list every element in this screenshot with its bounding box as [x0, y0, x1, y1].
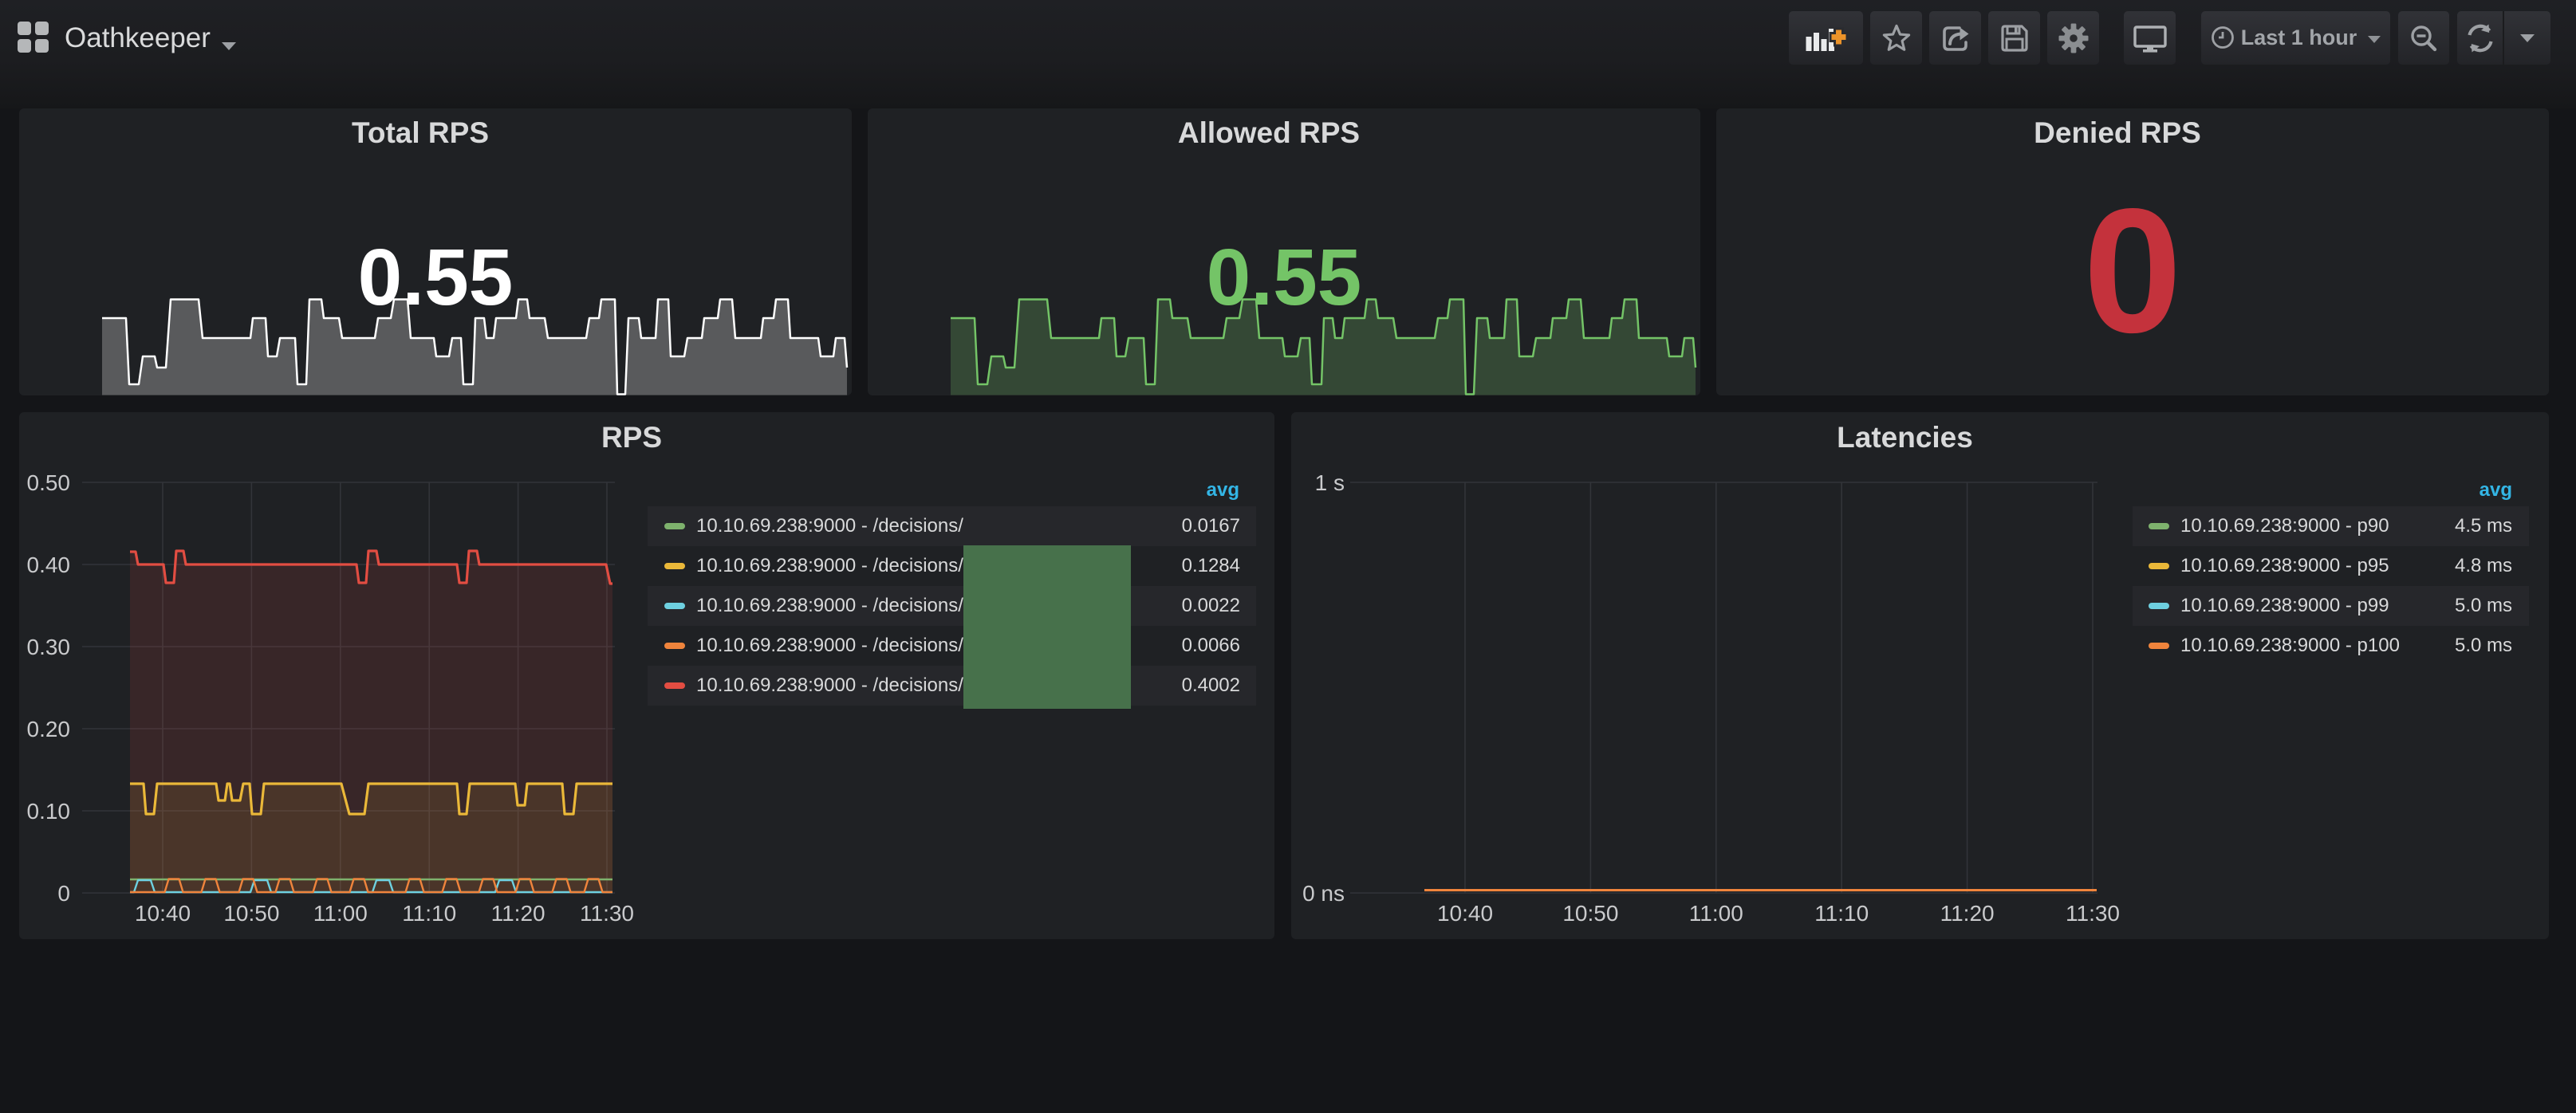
svg-text:0 ns: 0 ns — [1302, 881, 1345, 906]
svg-text:10:50: 10:50 — [223, 901, 279, 926]
svg-text:0.40: 0.40 — [27, 553, 71, 577]
svg-text:0.50: 0.50 — [27, 470, 71, 495]
svg-text:10:40: 10:40 — [1437, 901, 1493, 926]
svg-text:11:20: 11:20 — [491, 901, 546, 926]
svg-text:11:30: 11:30 — [580, 901, 634, 926]
svg-text:11:10: 11:10 — [1814, 901, 1869, 926]
svg-text:10:50: 10:50 — [1562, 901, 1618, 926]
svg-text:11:10: 11:10 — [402, 901, 456, 926]
svg-text:10:40: 10:40 — [135, 901, 191, 926]
svg-text:11:00: 11:00 — [1689, 901, 1743, 926]
svg-text:0.20: 0.20 — [27, 717, 71, 741]
svg-text:11:20: 11:20 — [1940, 901, 1995, 926]
svg-text:1 s: 1 s — [1315, 470, 1345, 495]
svg-text:11:00: 11:00 — [313, 901, 368, 926]
svg-text:11:30: 11:30 — [2066, 901, 2120, 926]
svg-text:0.30: 0.30 — [27, 635, 71, 659]
svg-text:0.10: 0.10 — [27, 799, 71, 824]
svg-text:0: 0 — [57, 881, 70, 906]
